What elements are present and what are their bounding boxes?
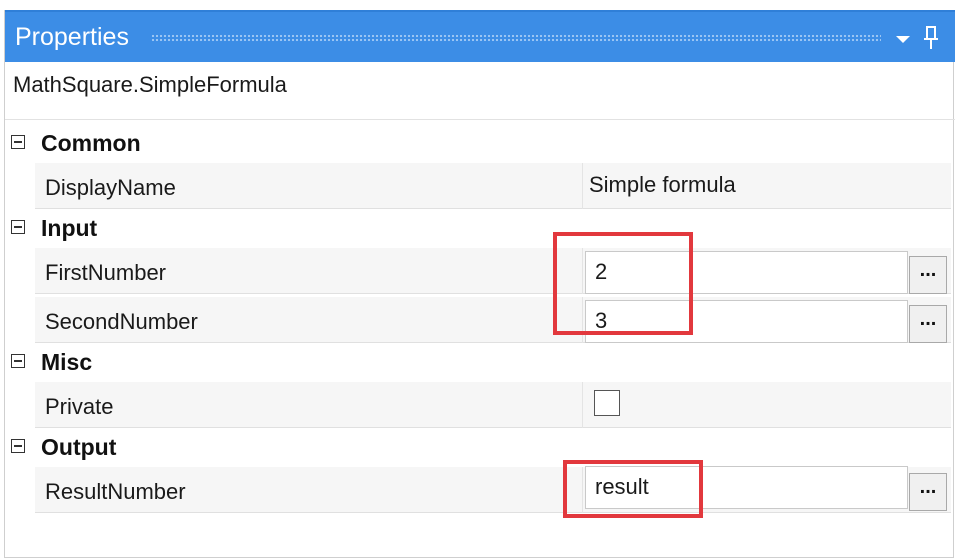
category-input: Input [5, 209, 955, 249]
property-name: ResultNumber [45, 479, 186, 504]
collapse-icon[interactable] [11, 439, 25, 453]
selected-object-name: MathSquare.SimpleFormula [13, 72, 287, 97]
collapse-icon[interactable] [11, 220, 25, 234]
column-divider [582, 382, 583, 428]
private-checkbox[interactable] [594, 390, 620, 416]
category-label: Misc [41, 349, 93, 375]
resultnumber-ellipsis-button[interactable]: ... [909, 473, 947, 511]
property-name: Private [45, 394, 114, 419]
displayname-value[interactable]: Simple formula [589, 172, 736, 198]
category-common: Common [5, 124, 955, 164]
dropdown-icon[interactable] [893, 29, 913, 49]
panel-title: Properties [15, 23, 129, 51]
category-label: Input [41, 215, 98, 241]
property-name: SecondNumber [45, 309, 198, 334]
highlight-box-output [563, 460, 703, 518]
category-label: Common [41, 130, 141, 156]
category-output: Output [5, 428, 955, 468]
property-row-displayname[interactable]: DisplayName Simple formula [35, 163, 951, 209]
property-name: FirstNumber [45, 260, 167, 285]
column-divider [582, 163, 583, 209]
collapse-icon[interactable] [11, 135, 25, 149]
secondnumber-ellipsis-button[interactable]: ... [909, 305, 947, 343]
titlebar-grip[interactable] [151, 34, 881, 42]
panel-titlebar: Properties [5, 10, 955, 62]
collapse-icon[interactable] [11, 354, 25, 368]
header-separator [5, 119, 955, 120]
pin-icon[interactable] [921, 24, 941, 52]
firstnumber-ellipsis-button[interactable]: ... [909, 256, 947, 294]
property-row-private[interactable]: Private [35, 382, 951, 428]
category-label: Output [41, 434, 117, 460]
category-misc: Misc [5, 343, 955, 383]
highlight-box-inputs [553, 232, 693, 335]
property-name: DisplayName [45, 175, 176, 200]
properties-panel: Properties MathSquare.SimpleFormula Comm… [4, 10, 955, 558]
